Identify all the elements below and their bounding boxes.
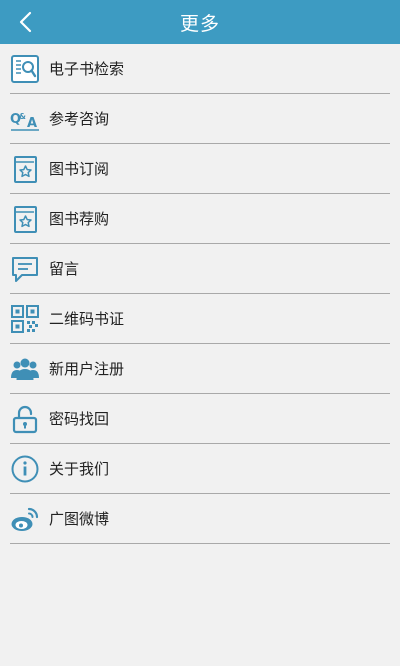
qa-icon: Q & A: [10, 104, 40, 134]
menu-item-label: 密码找回: [49, 410, 110, 428]
menu-item-label: 留言: [49, 260, 80, 278]
title-bar: 更多: [0, 0, 400, 44]
book-star-icon: [10, 154, 40, 184]
menu-item-register[interactable]: 新用户注册: [10, 344, 390, 394]
menu-item-label: 图书荐购: [49, 210, 110, 228]
message-icon: [10, 254, 40, 284]
menu-item-message[interactable]: 留言: [10, 244, 390, 294]
menu-item-weibo[interactable]: 广图微博: [10, 494, 390, 544]
chevron-left-icon: [19, 11, 32, 33]
menu-item-reference-consult[interactable]: Q & A 参考咨询: [10, 94, 390, 144]
menu-item-qr-card[interactable]: 二维码书证: [10, 294, 390, 344]
users-icon: [10, 354, 40, 384]
info-icon: [10, 454, 40, 484]
menu-item-password-recovery[interactable]: 密码找回: [10, 394, 390, 444]
book-star-icon: [10, 204, 40, 234]
menu-item-label: 参考咨询: [49, 110, 110, 128]
menu-item-ebook-search[interactable]: 电子书检索: [10, 44, 390, 94]
menu-item-label: 广图微博: [49, 510, 110, 528]
menu-item-label: 新用户注册: [49, 360, 125, 378]
ebook-search-icon: [10, 54, 40, 84]
qr-code-icon: [10, 304, 40, 334]
weibo-icon: [10, 504, 40, 534]
menu-item-label: 电子书检索: [49, 60, 125, 78]
menu-item-label: 关于我们: [49, 460, 110, 478]
svg-text:A: A: [27, 116, 37, 131]
page-title: 更多: [179, 12, 220, 35]
menu-item-book-subscribe[interactable]: 图书订阅: [10, 144, 390, 194]
menu-list: 电子书检索 Q & A 参考咨询 图书订阅 图书荐购 留言 二维码书证 新用户注…: [0, 44, 400, 544]
svg-text:&: &: [19, 112, 26, 121]
menu-item-label: 图书订阅: [49, 160, 110, 178]
menu-item-label: 二维码书证: [49, 310, 125, 328]
menu-item-book-recommend[interactable]: 图书荐购: [10, 194, 390, 244]
menu-item-about-us[interactable]: 关于我们: [10, 444, 390, 494]
back-button[interactable]: [8, 0, 44, 44]
unlock-icon: [10, 404, 40, 434]
